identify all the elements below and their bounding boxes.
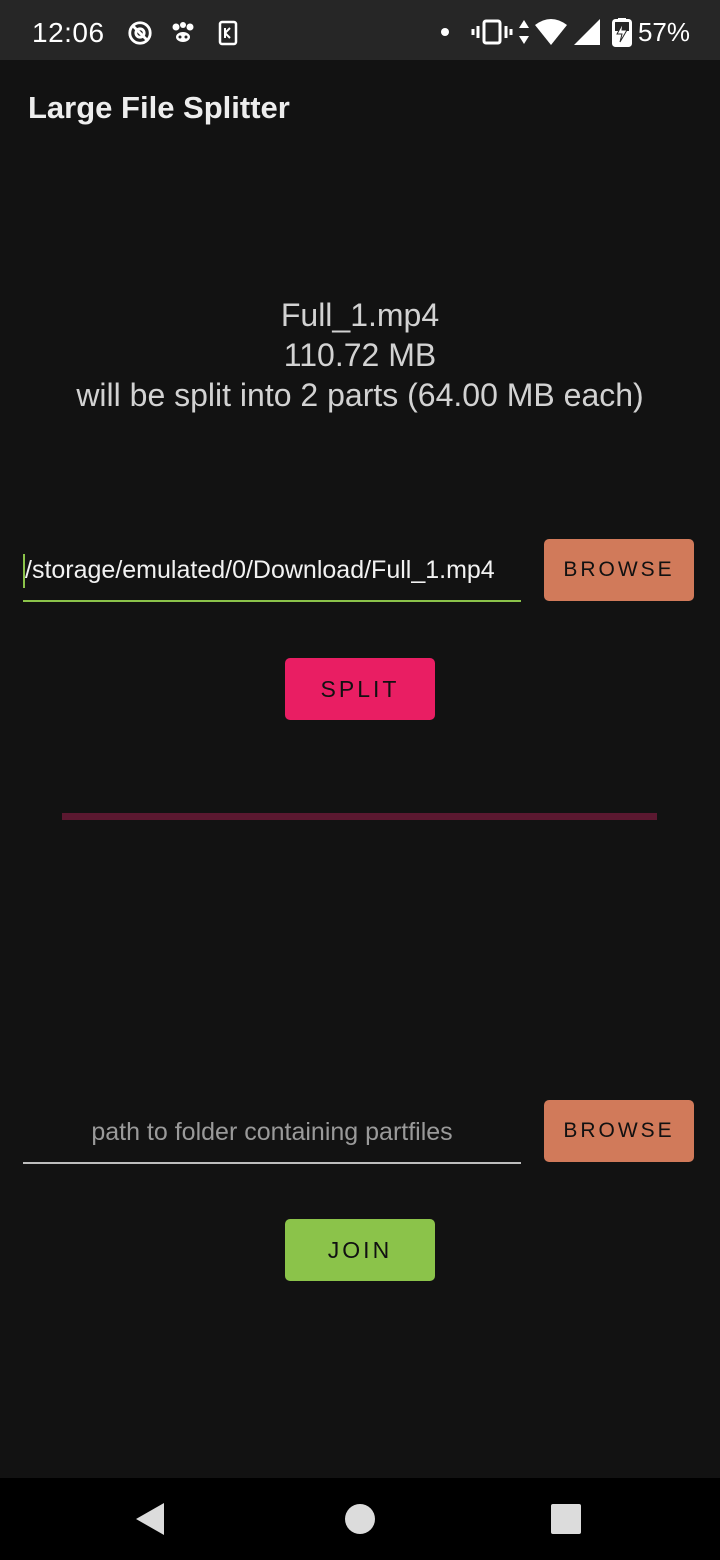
file-name: Full_1.mp4	[280, 297, 440, 333]
paw-icon	[172, 22, 194, 42]
status-time: 12:06	[32, 17, 105, 48]
split-path-value: /storage/emulated/0/Download/Full_1.mp4	[25, 556, 495, 584]
svg-text:4: 4	[555, 34, 562, 47]
signal-icon	[573, 19, 600, 45]
file-size: 110.72 MB	[283, 337, 437, 373]
status-bar: 12:06 4 57%	[0, 0, 720, 60]
back-icon	[136, 1503, 164, 1535]
browse-file-button[interactable]: BROWSE	[544, 539, 694, 601]
sim-card-icon	[218, 20, 238, 46]
screen: 12:06 4 57% Large File Splitter Full_1.m…	[0, 0, 720, 1560]
at-sign-icon	[128, 21, 152, 45]
split-button[interactable]: SPLIT	[285, 658, 435, 720]
wifi-icon: 4	[534, 19, 567, 47]
join-button[interactable]: JOIN	[285, 1219, 435, 1281]
browse-folder-button[interactable]: BROWSE	[544, 1100, 694, 1162]
notification-dot-icon	[440, 28, 449, 36]
split-path-input[interactable]: /storage/emulated/0/Download/Full_1.mp4	[23, 538, 521, 602]
join-folder-placeholder: path to folder containing partfiles	[91, 1118, 453, 1146]
text-caret	[23, 554, 25, 588]
status-icons-right: 4 57%	[438, 17, 690, 47]
data-arrows-icon	[518, 20, 529, 44]
battery-percentage: 57%	[637, 16, 690, 47]
file-info: Full_1.mp4 110.72 MB will be split into …	[0, 295, 720, 415]
split-progress-bar	[62, 813, 657, 820]
vibrate-icon	[471, 19, 513, 45]
navigation-bar	[0, 1478, 720, 1560]
battery-charging-icon	[611, 18, 632, 47]
nav-back-button[interactable]	[100, 1478, 200, 1560]
recents-icon	[551, 1504, 581, 1534]
nav-recents-button[interactable]	[516, 1478, 616, 1560]
home-icon	[345, 1504, 375, 1534]
nav-home-button[interactable]	[310, 1478, 410, 1560]
join-folder-input[interactable]: path to folder containing partfiles	[23, 1100, 521, 1164]
split-description: will be split into 2 parts (64.00 MB eac…	[76, 377, 644, 413]
app-title: Large File Splitter	[28, 90, 290, 125]
